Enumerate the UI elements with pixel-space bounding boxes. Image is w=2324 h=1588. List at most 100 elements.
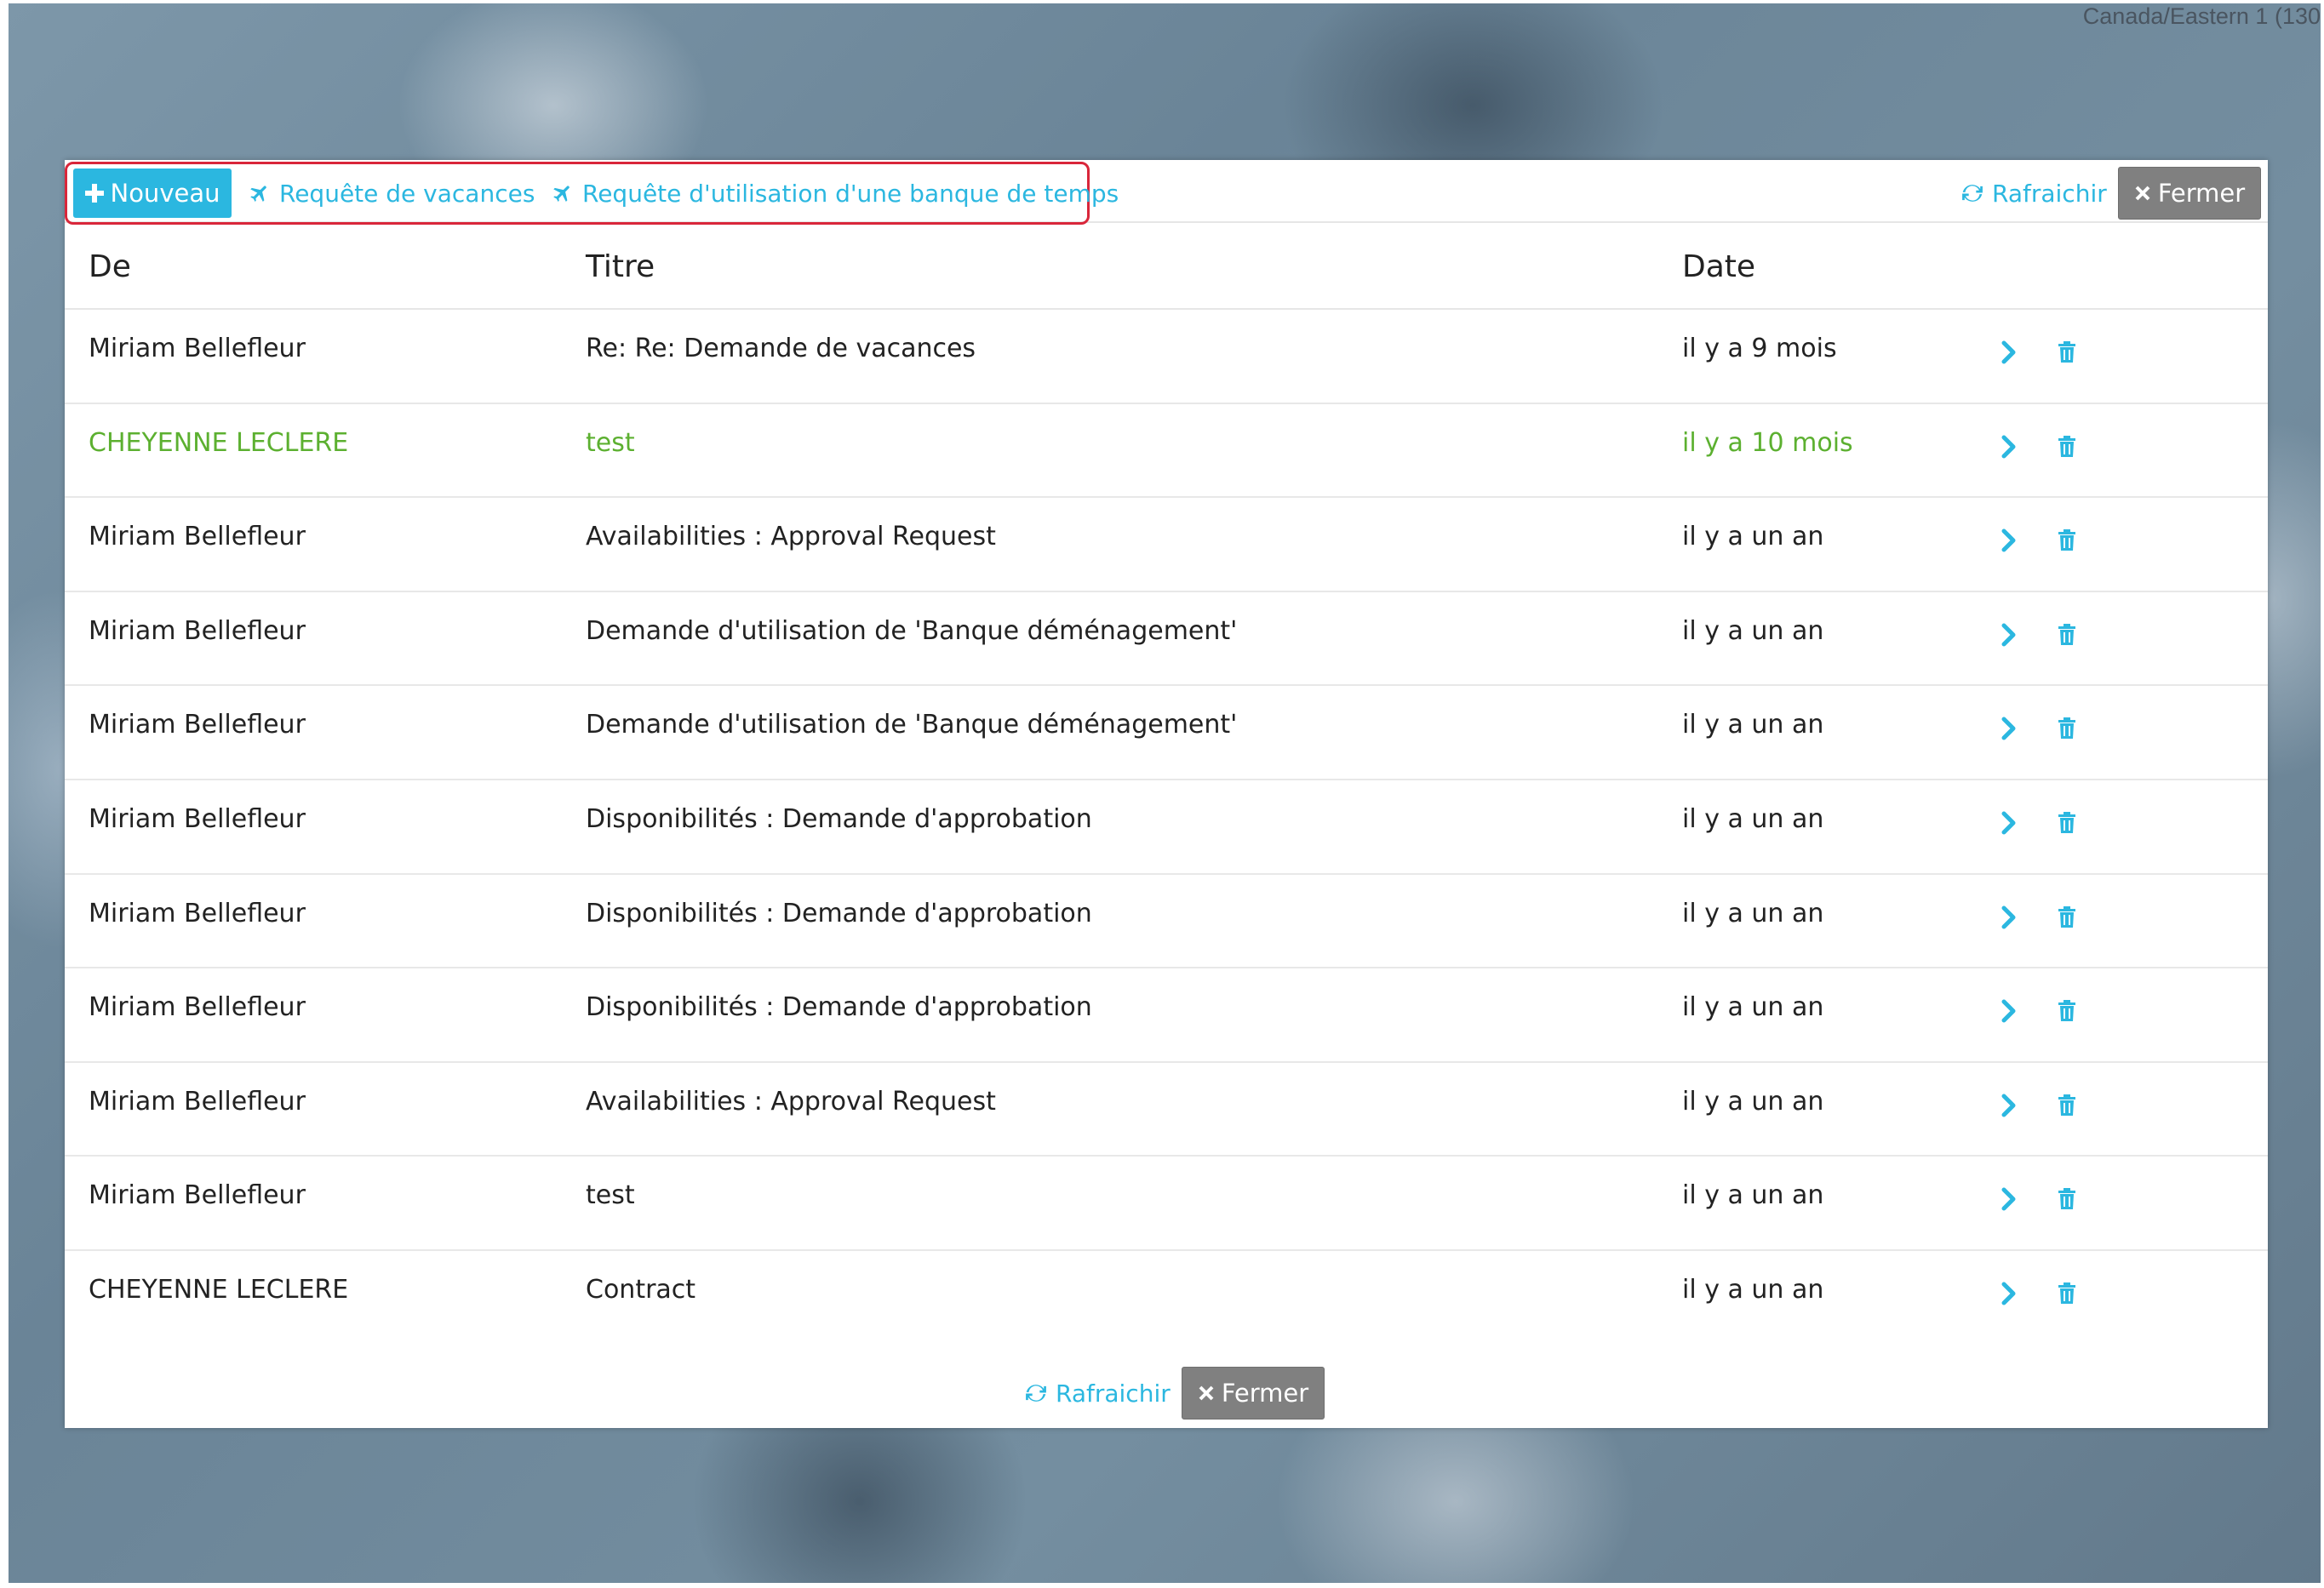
plane-icon: [249, 182, 271, 204]
row-from: Miriam Bellefleur: [89, 1180, 306, 1211]
row-date: il y a un an: [1682, 803, 1824, 834]
open-message-button[interactable]: [1995, 997, 2023, 1025]
delete-message-button[interactable]: [2053, 1280, 2081, 1307]
chevron-right-icon: [2000, 1094, 2018, 1117]
row-title: Disponibilités : Demande d'approbation: [586, 992, 1092, 1023]
trash-icon: [2058, 811, 2076, 834]
table-row[interactable]: CHEYENNE LECLERE test il y a 10 mois: [65, 404, 2268, 499]
new-button-label: Nouveau: [110, 179, 220, 208]
row-title: Contract: [586, 1274, 696, 1305]
open-message-button[interactable]: [1995, 715, 2023, 742]
footer-close-button[interactable]: Fermer: [1182, 1367, 1325, 1419]
row-from: Miriam Bellefleur: [89, 898, 306, 928]
table-row[interactable]: Miriam Bellefleur Availabilities : Appro…: [65, 1063, 2268, 1157]
row-date: il y a un an: [1682, 710, 1824, 740]
row-date: il y a un an: [1682, 992, 1824, 1023]
delete-message-button[interactable]: [2053, 715, 2081, 742]
open-message-button[interactable]: [1995, 809, 2023, 837]
table-row[interactable]: Miriam Bellefleur Re: Re: Demande de vac…: [65, 310, 2268, 404]
chevron-right-icon: [2000, 340, 2018, 364]
trash-icon: [2058, 1188, 2076, 1210]
row-date: il y a un an: [1682, 522, 1824, 552]
footer-refresh-label: Rafraichir: [1056, 1379, 1171, 1408]
chevron-right-icon: [2000, 528, 2018, 552]
row-from: CHEYENNE LECLERE: [89, 427, 349, 458]
table-row[interactable]: Miriam Bellefleur Disponibilités : Deman…: [65, 968, 2268, 1063]
trash-icon: [2058, 529, 2076, 551]
refresh-button[interactable]: Rafraichir: [1961, 177, 2107, 209]
chevron-right-icon: [2000, 1187, 2018, 1211]
footer-actions: Rafraichir Fermer: [65, 1367, 2268, 1421]
row-from: Miriam Bellefleur: [89, 710, 306, 740]
row-title: test: [586, 1180, 635, 1211]
row-date: il y a un an: [1682, 1086, 1824, 1117]
table-header: De Titre Date: [65, 225, 2268, 310]
delete-message-button[interactable]: [2053, 809, 2081, 837]
row-date: il y a un an: [1682, 1274, 1824, 1305]
open-message-button[interactable]: [1995, 904, 2023, 931]
trash-icon: [2058, 905, 2076, 928]
row-date: il y a 10 mois: [1682, 427, 1853, 458]
delete-message-button[interactable]: [2053, 433, 2081, 460]
time-bank-request-label: Requête d'utilisation d'une banque de te…: [582, 179, 1119, 208]
row-from: CHEYENNE LECLERE: [89, 1274, 349, 1305]
trash-icon: [2058, 717, 2076, 740]
delete-message-button[interactable]: [2053, 997, 2081, 1025]
open-message-button[interactable]: [1995, 1280, 2023, 1307]
vacation-request-link[interactable]: Requête de vacances: [249, 177, 535, 209]
table-row[interactable]: Miriam Bellefleur test il y a un an: [65, 1157, 2268, 1251]
trash-icon: [2058, 1000, 2076, 1022]
trash-icon: [2058, 1282, 2076, 1305]
table-row[interactable]: Miriam Bellefleur Demande d'utilisation …: [65, 686, 2268, 780]
open-message-button[interactable]: [1995, 527, 2023, 554]
chevron-right-icon: [2000, 905, 2018, 929]
chevron-right-icon: [2000, 717, 2018, 740]
refresh-icon: [1961, 182, 1983, 204]
row-date: il y a un an: [1682, 615, 1824, 646]
open-message-button[interactable]: [1995, 339, 2023, 366]
table-row[interactable]: Miriam Bellefleur Disponibilités : Deman…: [65, 875, 2268, 969]
table-body: Miriam Bellefleur Re: Re: Demande de vac…: [65, 310, 2268, 1345]
toolbar: Nouveau Requête de vacances Requête d'ut…: [65, 160, 2268, 225]
footer-refresh-button[interactable]: Rafraichir: [1025, 1377, 1171, 1409]
row-title: test: [586, 427, 635, 458]
chevron-right-icon: [2000, 623, 2018, 647]
delete-message-button[interactable]: [2053, 1185, 2081, 1213]
row-from: Miriam Bellefleur: [89, 992, 306, 1023]
table-row[interactable]: CHEYENNE LECLERE Contract il y a un an: [65, 1251, 2268, 1345]
close-button[interactable]: Fermer: [2118, 167, 2261, 220]
messages-panel: Nouveau Requête de vacances Requête d'ut…: [65, 160, 2268, 1428]
open-message-button[interactable]: [1995, 621, 2023, 648]
delete-message-button[interactable]: [2053, 527, 2081, 554]
close-label: Fermer: [2157, 179, 2246, 208]
open-message-button[interactable]: [1995, 1092, 2023, 1119]
close-icon: [2134, 185, 2151, 202]
open-message-button[interactable]: [1995, 1185, 2023, 1213]
close-icon: [1198, 1385, 1215, 1402]
row-date: il y a 9 mois: [1682, 334, 1837, 363]
row-title: Availabilities : Approval Request: [586, 1086, 996, 1117]
table-row[interactable]: Miriam Bellefleur Availabilities : Appro…: [65, 498, 2268, 592]
open-message-button[interactable]: [1995, 433, 2023, 460]
delete-message-button[interactable]: [2053, 339, 2081, 366]
trash-icon: [2058, 435, 2076, 458]
plus-icon: [84, 184, 104, 203]
row-title: Demande d'utilisation de 'Banque déménag…: [586, 615, 1238, 646]
new-button[interactable]: Nouveau: [73, 169, 232, 218]
row-date: il y a un an: [1682, 1180, 1824, 1211]
delete-message-button[interactable]: [2053, 621, 2081, 648]
chevron-right-icon: [2000, 999, 2018, 1023]
row-title: Re: Re: Demande de vacances: [586, 334, 976, 363]
table-row[interactable]: Miriam Bellefleur Disponibilités : Deman…: [65, 780, 2268, 875]
time-bank-request-link[interactable]: Requête d'utilisation d'une banque de te…: [552, 177, 1119, 209]
row-from: Miriam Bellefleur: [89, 522, 306, 552]
chevron-right-icon: [2000, 1282, 2018, 1305]
delete-message-button[interactable]: [2053, 904, 2081, 931]
delete-message-button[interactable]: [2053, 1092, 2081, 1119]
trash-icon: [2058, 341, 2076, 363]
column-header-title: Titre: [586, 249, 655, 284]
chevron-right-icon: [2000, 435, 2018, 459]
table-row[interactable]: Miriam Bellefleur Demande d'utilisation …: [65, 592, 2268, 687]
trash-icon: [2058, 623, 2076, 646]
row-from: Miriam Bellefleur: [89, 1086, 306, 1117]
